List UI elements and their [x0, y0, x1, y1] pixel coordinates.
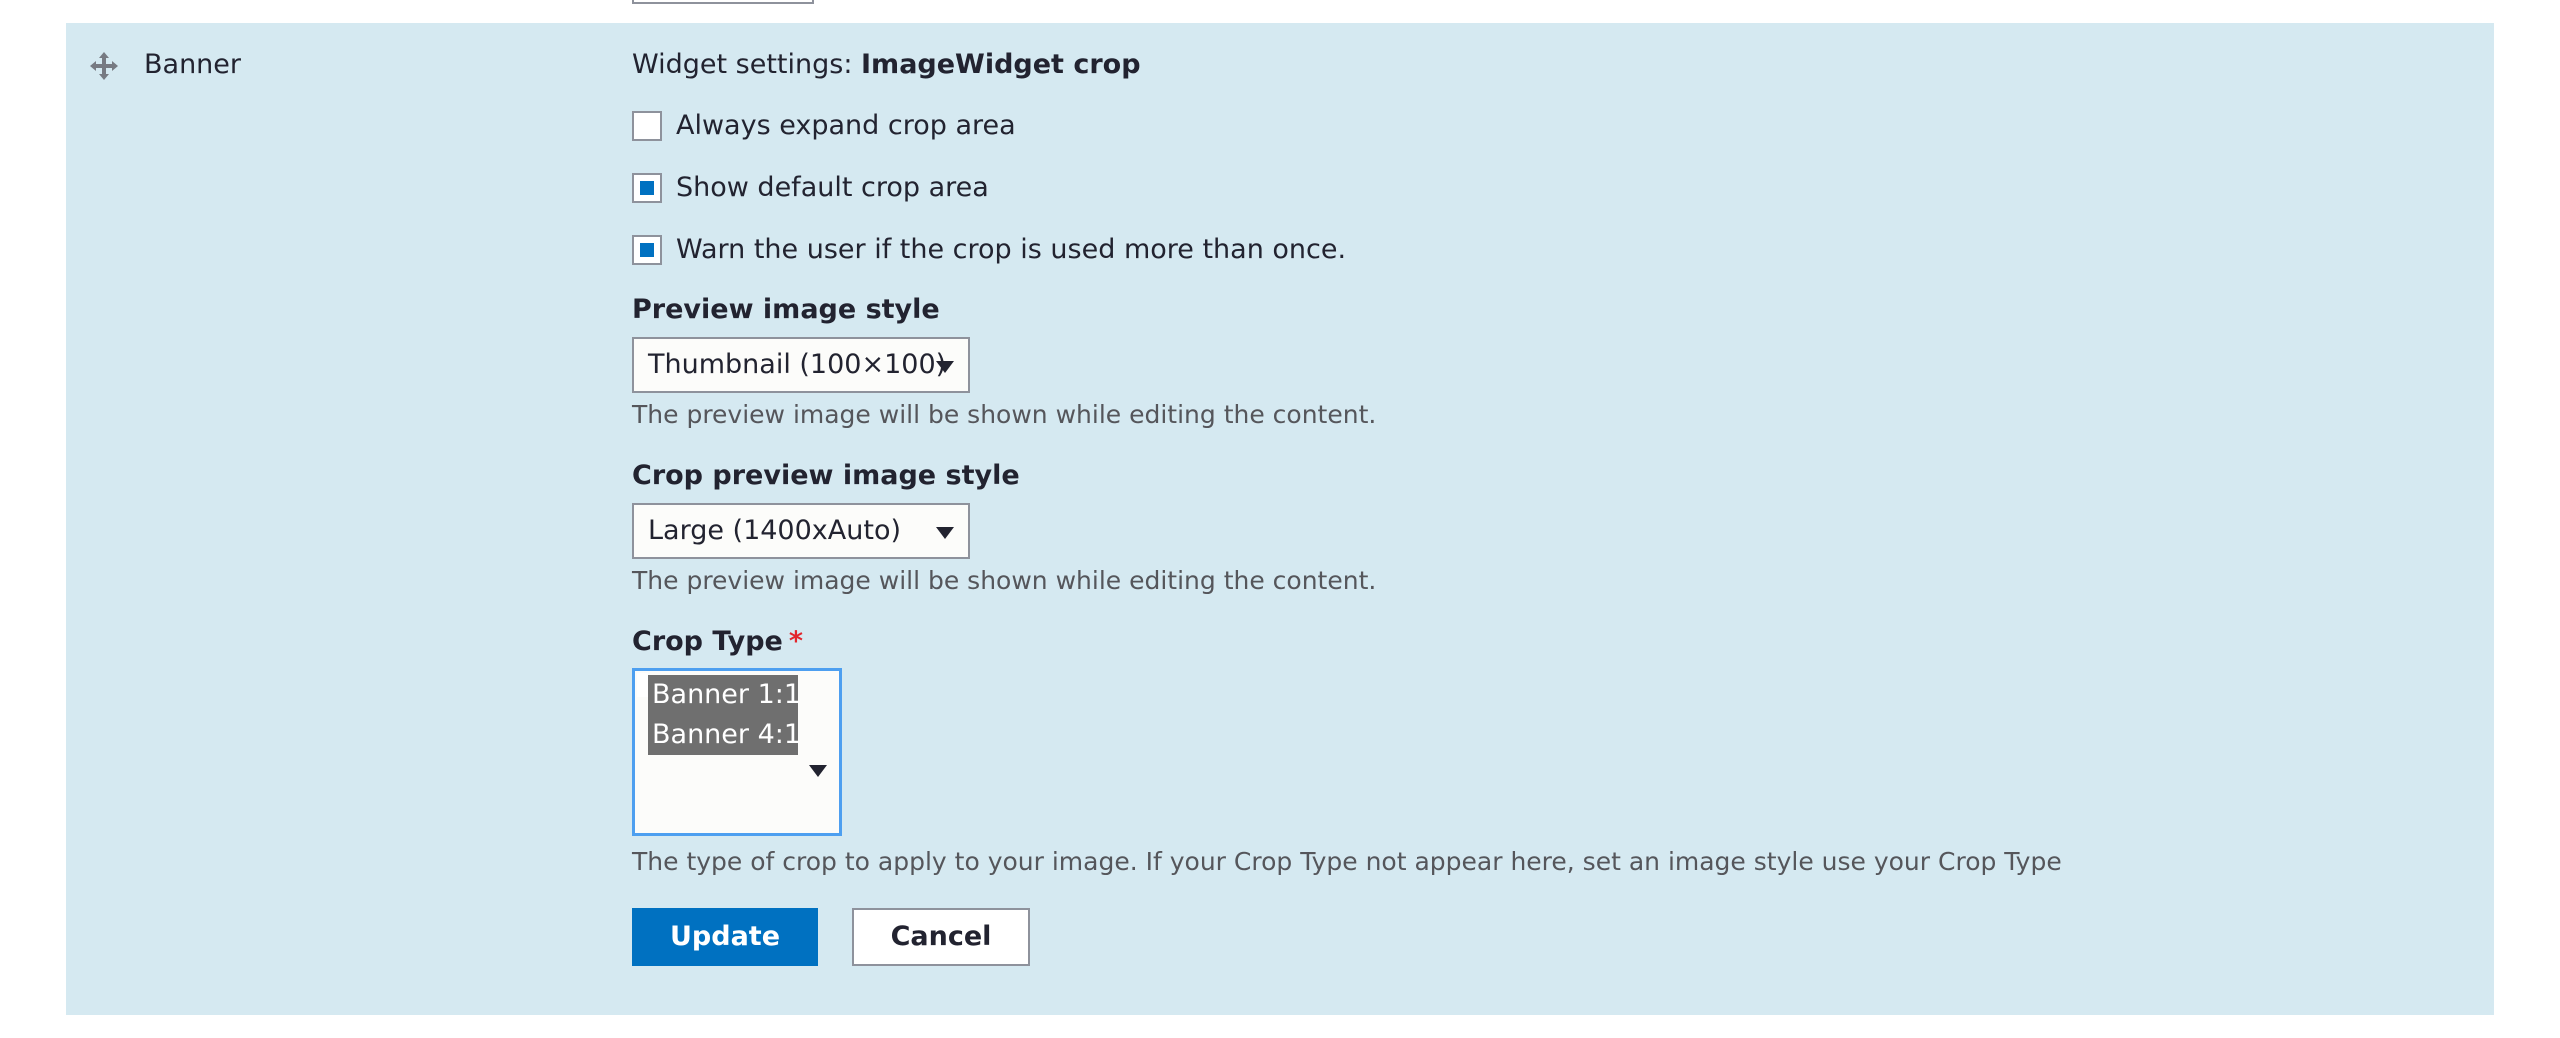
required-marker: * [788, 626, 803, 657]
chevron-down-icon [936, 527, 954, 539]
crop-type-option-banner-4-1[interactable]: Banner 4:1 [648, 715, 801, 755]
crop-type-label: Crop Type * [632, 625, 803, 659]
always-expand-crop-checkbox[interactable] [632, 111, 662, 141]
field-name-label: Banner [144, 49, 242, 80]
warn-multiple-usage-label[interactable]: Warn the user if the crop is used more t… [676, 233, 1346, 267]
always-expand-crop-option[interactable]: Always expand crop area [632, 109, 1016, 143]
move-arrows-icon[interactable] [90, 52, 118, 80]
crop-preview-image-style-select[interactable]: Large (1400xAuto) [632, 503, 970, 559]
crop-preview-image-style-label: Crop preview image style [632, 460, 1020, 491]
warn-multiple-usage-option[interactable]: Warn the user if the crop is used more t… [632, 233, 1346, 267]
crop-type-description: The type of crop to apply to your image.… [632, 847, 2062, 876]
show-default-crop-option[interactable]: Show default crop area [632, 171, 989, 205]
chevron-down-icon [936, 361, 954, 373]
show-default-crop-label[interactable]: Show default crop area [676, 171, 989, 205]
show-default-crop-checkbox[interactable] [632, 173, 662, 203]
previous-row-edge [632, 0, 814, 4]
warn-multiple-usage-checkbox[interactable] [632, 235, 662, 265]
widget-settings-prefix: Widget settings: [632, 49, 862, 80]
crop-preview-image-style-value: Large (1400xAuto) [648, 515, 901, 546]
crop-type-label-text: Crop Type [632, 626, 783, 657]
listbox-scrollbar[interactable] [637, 673, 648, 697]
update-button[interactable]: Update [632, 908, 818, 966]
crop-preview-image-style-description: The preview image will be shown while ed… [632, 566, 1377, 595]
cancel-button[interactable]: Cancel [852, 908, 1030, 966]
crop-type-multiselect[interactable]: Banner 1:1 Banner 4:1 [632, 668, 842, 836]
always-expand-crop-label[interactable]: Always expand crop area [676, 109, 1016, 143]
preview-image-style-label: Preview image style [632, 294, 940, 325]
crop-type-option-banner-1-1[interactable]: Banner 1:1 [648, 675, 801, 715]
widget-settings-name: ImageWidget crop [861, 49, 1141, 80]
chevron-down-icon [809, 765, 827, 777]
preview-image-style-value: Thumbnail (100×100) [648, 349, 947, 380]
widget-settings-title: Widget settings: ImageWidget crop [632, 48, 1141, 82]
preview-image-style-select[interactable]: Thumbnail (100×100) [632, 337, 970, 393]
preview-image-style-description: The preview image will be shown while ed… [632, 400, 1377, 429]
